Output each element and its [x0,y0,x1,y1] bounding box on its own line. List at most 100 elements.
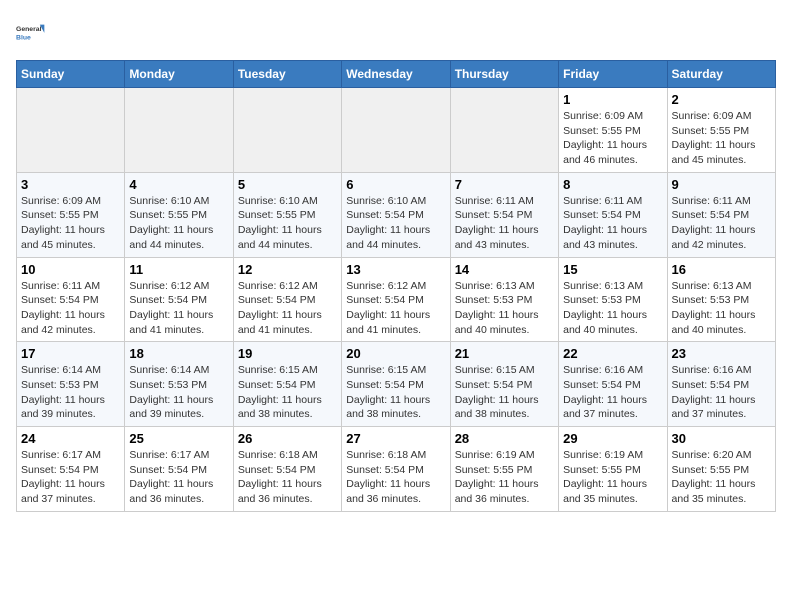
day-number: 22 [563,346,662,361]
weekday-header-friday: Friday [559,61,667,88]
day-info: Sunrise: 6:12 AM Sunset: 5:54 PM Dayligh… [238,279,337,338]
day-info: Sunrise: 6:19 AM Sunset: 5:55 PM Dayligh… [563,448,662,507]
day-number: 17 [21,346,120,361]
day-info: Sunrise: 6:15 AM Sunset: 5:54 PM Dayligh… [455,363,554,422]
day-info: Sunrise: 6:09 AM Sunset: 5:55 PM Dayligh… [672,109,771,168]
day-cell: 26 Sunrise: 6:18 AM Sunset: 5:54 PM Dayli… [233,427,341,512]
day-info: Sunrise: 6:12 AM Sunset: 5:54 PM Dayligh… [129,279,228,338]
day-info: Sunrise: 6:14 AM Sunset: 5:53 PM Dayligh… [21,363,120,422]
weekday-header-tuesday: Tuesday [233,61,341,88]
day-number: 14 [455,262,554,277]
day-cell: 17 Sunrise: 6:14 AM Sunset: 5:53 PM Dayli… [17,342,125,427]
day-info: Sunrise: 6:10 AM Sunset: 5:55 PM Dayligh… [238,194,337,253]
day-info: Sunrise: 6:09 AM Sunset: 5:55 PM Dayligh… [563,109,662,168]
day-cell: 3 Sunrise: 6:09 AM Sunset: 5:55 PM Daylig… [17,172,125,257]
svg-text:General: General [16,26,42,33]
day-cell: 22 Sunrise: 6:16 AM Sunset: 5:54 PM Dayli… [559,342,667,427]
day-number: 21 [455,346,554,361]
day-number: 6 [346,177,445,192]
day-cell: 19 Sunrise: 6:15 AM Sunset: 5:54 PM Dayli… [233,342,341,427]
day-cell: 1Sunrise: 6:09 AM Sunset: 5:55 PM Daylig… [559,88,667,173]
day-info: Sunrise: 6:10 AM Sunset: 5:54 PM Dayligh… [346,194,445,253]
day-cell: 23Sunrise: 6:16 AM Sunset: 5:54 PM Dayli… [667,342,775,427]
day-info: Sunrise: 6:13 AM Sunset: 5:53 PM Dayligh… [563,279,662,338]
day-cell: 16 Sunrise: 6:13 AM Sunset: 5:53 PM Dayli… [667,257,775,342]
day-number: 12 [238,262,337,277]
day-info: Sunrise: 6:11 AM Sunset: 5:54 PM Dayligh… [672,194,771,253]
day-cell: 25 Sunrise: 6:17 AM Sunset: 5:54 PM Dayli… [125,427,233,512]
day-info: Sunrise: 6:11 AM Sunset: 5:54 PM Dayligh… [455,194,554,253]
page-header: GeneralBlue [16,16,776,48]
day-number: 30 [672,431,771,446]
week-row-1: 1Sunrise: 6:09 AM Sunset: 5:55 PM Daylig… [17,88,776,173]
day-info: Sunrise: 6:14 AM Sunset: 5:53 PM Dayligh… [129,363,228,422]
day-number: 16 [672,262,771,277]
day-number: 11 [129,262,228,277]
day-number: 23 [672,346,771,361]
day-number: 28 [455,431,554,446]
week-row-5: 24 Sunrise: 6:17 AM Sunset: 5:54 PM Dayli… [17,427,776,512]
day-cell: 21 Sunrise: 6:15 AM Sunset: 5:54 PM Dayli… [450,342,558,427]
day-info: Sunrise: 6:15 AM Sunset: 5:54 PM Dayligh… [238,363,337,422]
week-row-3: 10 Sunrise: 6:11 AM Sunset: 5:54 PM Dayli… [17,257,776,342]
day-number: 18 [129,346,228,361]
day-info: Sunrise: 6:11 AM Sunset: 5:54 PM Dayligh… [563,194,662,253]
day-info: Sunrise: 6:10 AM Sunset: 5:55 PM Dayligh… [129,194,228,253]
day-info: Sunrise: 6:16 AM Sunset: 5:54 PM Dayligh… [563,363,662,422]
day-cell: 2Sunrise: 6:09 AM Sunset: 5:55 PM Daylig… [667,88,775,173]
day-number: 19 [238,346,337,361]
week-row-2: 3 Sunrise: 6:09 AM Sunset: 5:55 PM Daylig… [17,172,776,257]
logo-icon: GeneralBlue [16,16,48,48]
day-cell [17,88,125,173]
weekday-header-thursday: Thursday [450,61,558,88]
day-number: 15 [563,262,662,277]
day-number: 5 [238,177,337,192]
day-info: Sunrise: 6:12 AM Sunset: 5:54 PM Dayligh… [346,279,445,338]
week-row-4: 17 Sunrise: 6:14 AM Sunset: 5:53 PM Dayli… [17,342,776,427]
day-info: Sunrise: 6:20 AM Sunset: 5:55 PM Dayligh… [672,448,771,507]
day-number: 9 [672,177,771,192]
day-cell: 24Sunrise: 6:17 AM Sunset: 5:54 PM Dayli… [17,427,125,512]
weekday-header-wednesday: Wednesday [342,61,450,88]
day-cell [450,88,558,173]
day-cell [233,88,341,173]
day-number: 24 [21,431,120,446]
day-cell [125,88,233,173]
day-info: Sunrise: 6:09 AM Sunset: 5:55 PM Dayligh… [21,194,120,253]
day-cell: 29 Sunrise: 6:19 AM Sunset: 5:55 PM Dayli… [559,427,667,512]
day-info: Sunrise: 6:18 AM Sunset: 5:54 PM Dayligh… [346,448,445,507]
day-cell: 14Sunrise: 6:13 AM Sunset: 5:53 PM Dayli… [450,257,558,342]
day-info: Sunrise: 6:19 AM Sunset: 5:55 PM Dayligh… [455,448,554,507]
day-cell: 20 Sunrise: 6:15 AM Sunset: 5:54 PM Dayli… [342,342,450,427]
day-number: 20 [346,346,445,361]
day-cell: 8 Sunrise: 6:11 AM Sunset: 5:54 PM Daylig… [559,172,667,257]
day-cell: 9 Sunrise: 6:11 AM Sunset: 5:54 PM Daylig… [667,172,775,257]
day-cell: 13 Sunrise: 6:12 AM Sunset: 5:54 PM Dayli… [342,257,450,342]
svg-text:Blue: Blue [16,34,31,41]
day-number: 29 [563,431,662,446]
weekday-header-row: SundayMondayTuesdayWednesdayThursdayFrid… [17,61,776,88]
day-cell: 5 Sunrise: 6:10 AM Sunset: 5:55 PM Daylig… [233,172,341,257]
day-number: 25 [129,431,228,446]
day-info: Sunrise: 6:11 AM Sunset: 5:54 PM Dayligh… [21,279,120,338]
day-info: Sunrise: 6:18 AM Sunset: 5:54 PM Dayligh… [238,448,337,507]
day-cell: 15 Sunrise: 6:13 AM Sunset: 5:53 PM Dayli… [559,257,667,342]
day-number: 10 [21,262,120,277]
day-info: Sunrise: 6:15 AM Sunset: 5:54 PM Dayligh… [346,363,445,422]
day-cell: 10 Sunrise: 6:11 AM Sunset: 5:54 PM Dayli… [17,257,125,342]
day-cell: 12 Sunrise: 6:12 AM Sunset: 5:54 PM Dayli… [233,257,341,342]
day-number: 27 [346,431,445,446]
day-cell: 4 Sunrise: 6:10 AM Sunset: 5:55 PM Daylig… [125,172,233,257]
weekday-header-monday: Monday [125,61,233,88]
day-number: 7 [455,177,554,192]
day-cell [342,88,450,173]
day-info: Sunrise: 6:13 AM Sunset: 5:53 PM Dayligh… [672,279,771,338]
day-number: 13 [346,262,445,277]
day-number: 26 [238,431,337,446]
weekday-header-saturday: Saturday [667,61,775,88]
day-number: 4 [129,177,228,192]
day-number: 8 [563,177,662,192]
day-cell: 11 Sunrise: 6:12 AM Sunset: 5:54 PM Dayli… [125,257,233,342]
day-number: 3 [21,177,120,192]
day-info: Sunrise: 6:17 AM Sunset: 5:54 PM Dayligh… [129,448,228,507]
